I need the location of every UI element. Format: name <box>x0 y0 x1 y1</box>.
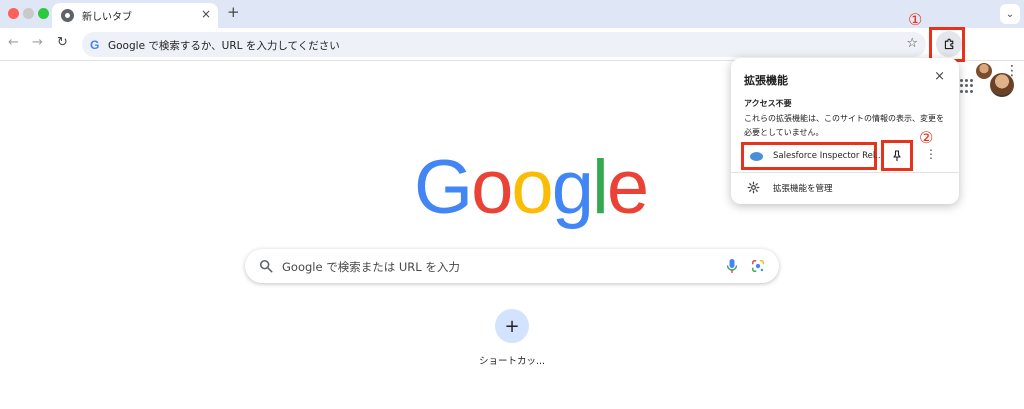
step-marker-1: ① <box>908 10 923 29</box>
popup-section-title: アクセス不要 <box>744 99 792 108</box>
gear-icon <box>747 181 760 194</box>
divider <box>731 172 959 173</box>
reload-button[interactable]: ↻ <box>57 35 68 50</box>
manage-extensions-item[interactable]: 拡張機能を管理 <box>731 175 959 201</box>
forward-button[interactable]: → <box>32 35 43 50</box>
google-logo: Google <box>414 150 649 226</box>
tab-new-tab[interactable]: 新しいタブ × <box>52 3 218 28</box>
tab-title: 新しいタブ <box>82 12 132 23</box>
shortcut-label[interactable]: ショートカッ... <box>463 353 561 367</box>
extension-item-salesforce-inspector[interactable]: Salesforce Inspector Rel... <box>741 142 883 170</box>
search-placeholder: Google で検索または URL を入力 <box>282 260 460 274</box>
close-icon[interactable]: × <box>934 69 945 84</box>
logo-letter: l <box>591 145 609 230</box>
pin-extension-button[interactable] <box>881 140 913 171</box>
tab-strip: 新しいタブ × + ⌄ <box>0 0 1024 28</box>
logo-letter: G <box>414 145 473 230</box>
search-box[interactable]: Google で検索または URL を入力 <box>245 249 779 283</box>
extension-name: Salesforce Inspector Rel... <box>773 151 884 161</box>
extension-more-icon[interactable]: ⋮ <box>925 148 937 160</box>
extensions-popup: 拡張機能 × アクセス不要 これらの拡張機能は、このサイトの情報の表示、変更を必… <box>731 58 959 204</box>
logo-letter: o <box>511 145 553 230</box>
minimize-window-button[interactable] <box>23 8 34 19</box>
google-icon: G <box>90 38 100 52</box>
logo-letter: g <box>551 145 594 230</box>
chrome-icon <box>61 9 74 22</box>
popup-title: 拡張機能 <box>744 74 788 87</box>
account-avatar[interactable] <box>990 73 1014 97</box>
step-marker-2: ② <box>919 128 934 147</box>
close-window-button[interactable] <box>8 8 19 19</box>
google-lens-icon[interactable] <box>751 259 765 273</box>
highlight-box-extensions <box>929 27 965 62</box>
google-apps-icon[interactable] <box>960 79 974 93</box>
omnibox-placeholder: Google で検索するか、URL を入力してください <box>108 40 340 52</box>
back-button[interactable]: ← <box>8 35 19 50</box>
pin-icon <box>893 149 901 161</box>
bookmark-star-icon[interactable]: ☆ <box>906 36 918 51</box>
manage-extensions-label: 拡張機能を管理 <box>773 184 833 194</box>
new-tab-button[interactable]: + <box>227 3 240 21</box>
tab-close-icon[interactable]: × <box>201 7 211 21</box>
logo-letter: o <box>471 145 513 230</box>
toolbar: ← → ↻ G Google で検索するか、URL を入力してください ☆ ⋮ <box>0 28 1024 79</box>
maximize-window-button[interactable] <box>38 8 49 19</box>
omnibox[interactable]: G Google で検索するか、URL を入力してください ☆ <box>82 32 926 57</box>
add-shortcut-button[interactable]: + <box>495 309 529 343</box>
microphone-icon[interactable] <box>725 258 739 274</box>
logo-letter: e <box>606 145 649 230</box>
search-icon <box>259 259 273 273</box>
tab-search-button[interactable]: ⌄ <box>1000 4 1020 24</box>
profile-avatar[interactable] <box>976 63 992 79</box>
salesforce-cloud-icon <box>750 152 763 161</box>
